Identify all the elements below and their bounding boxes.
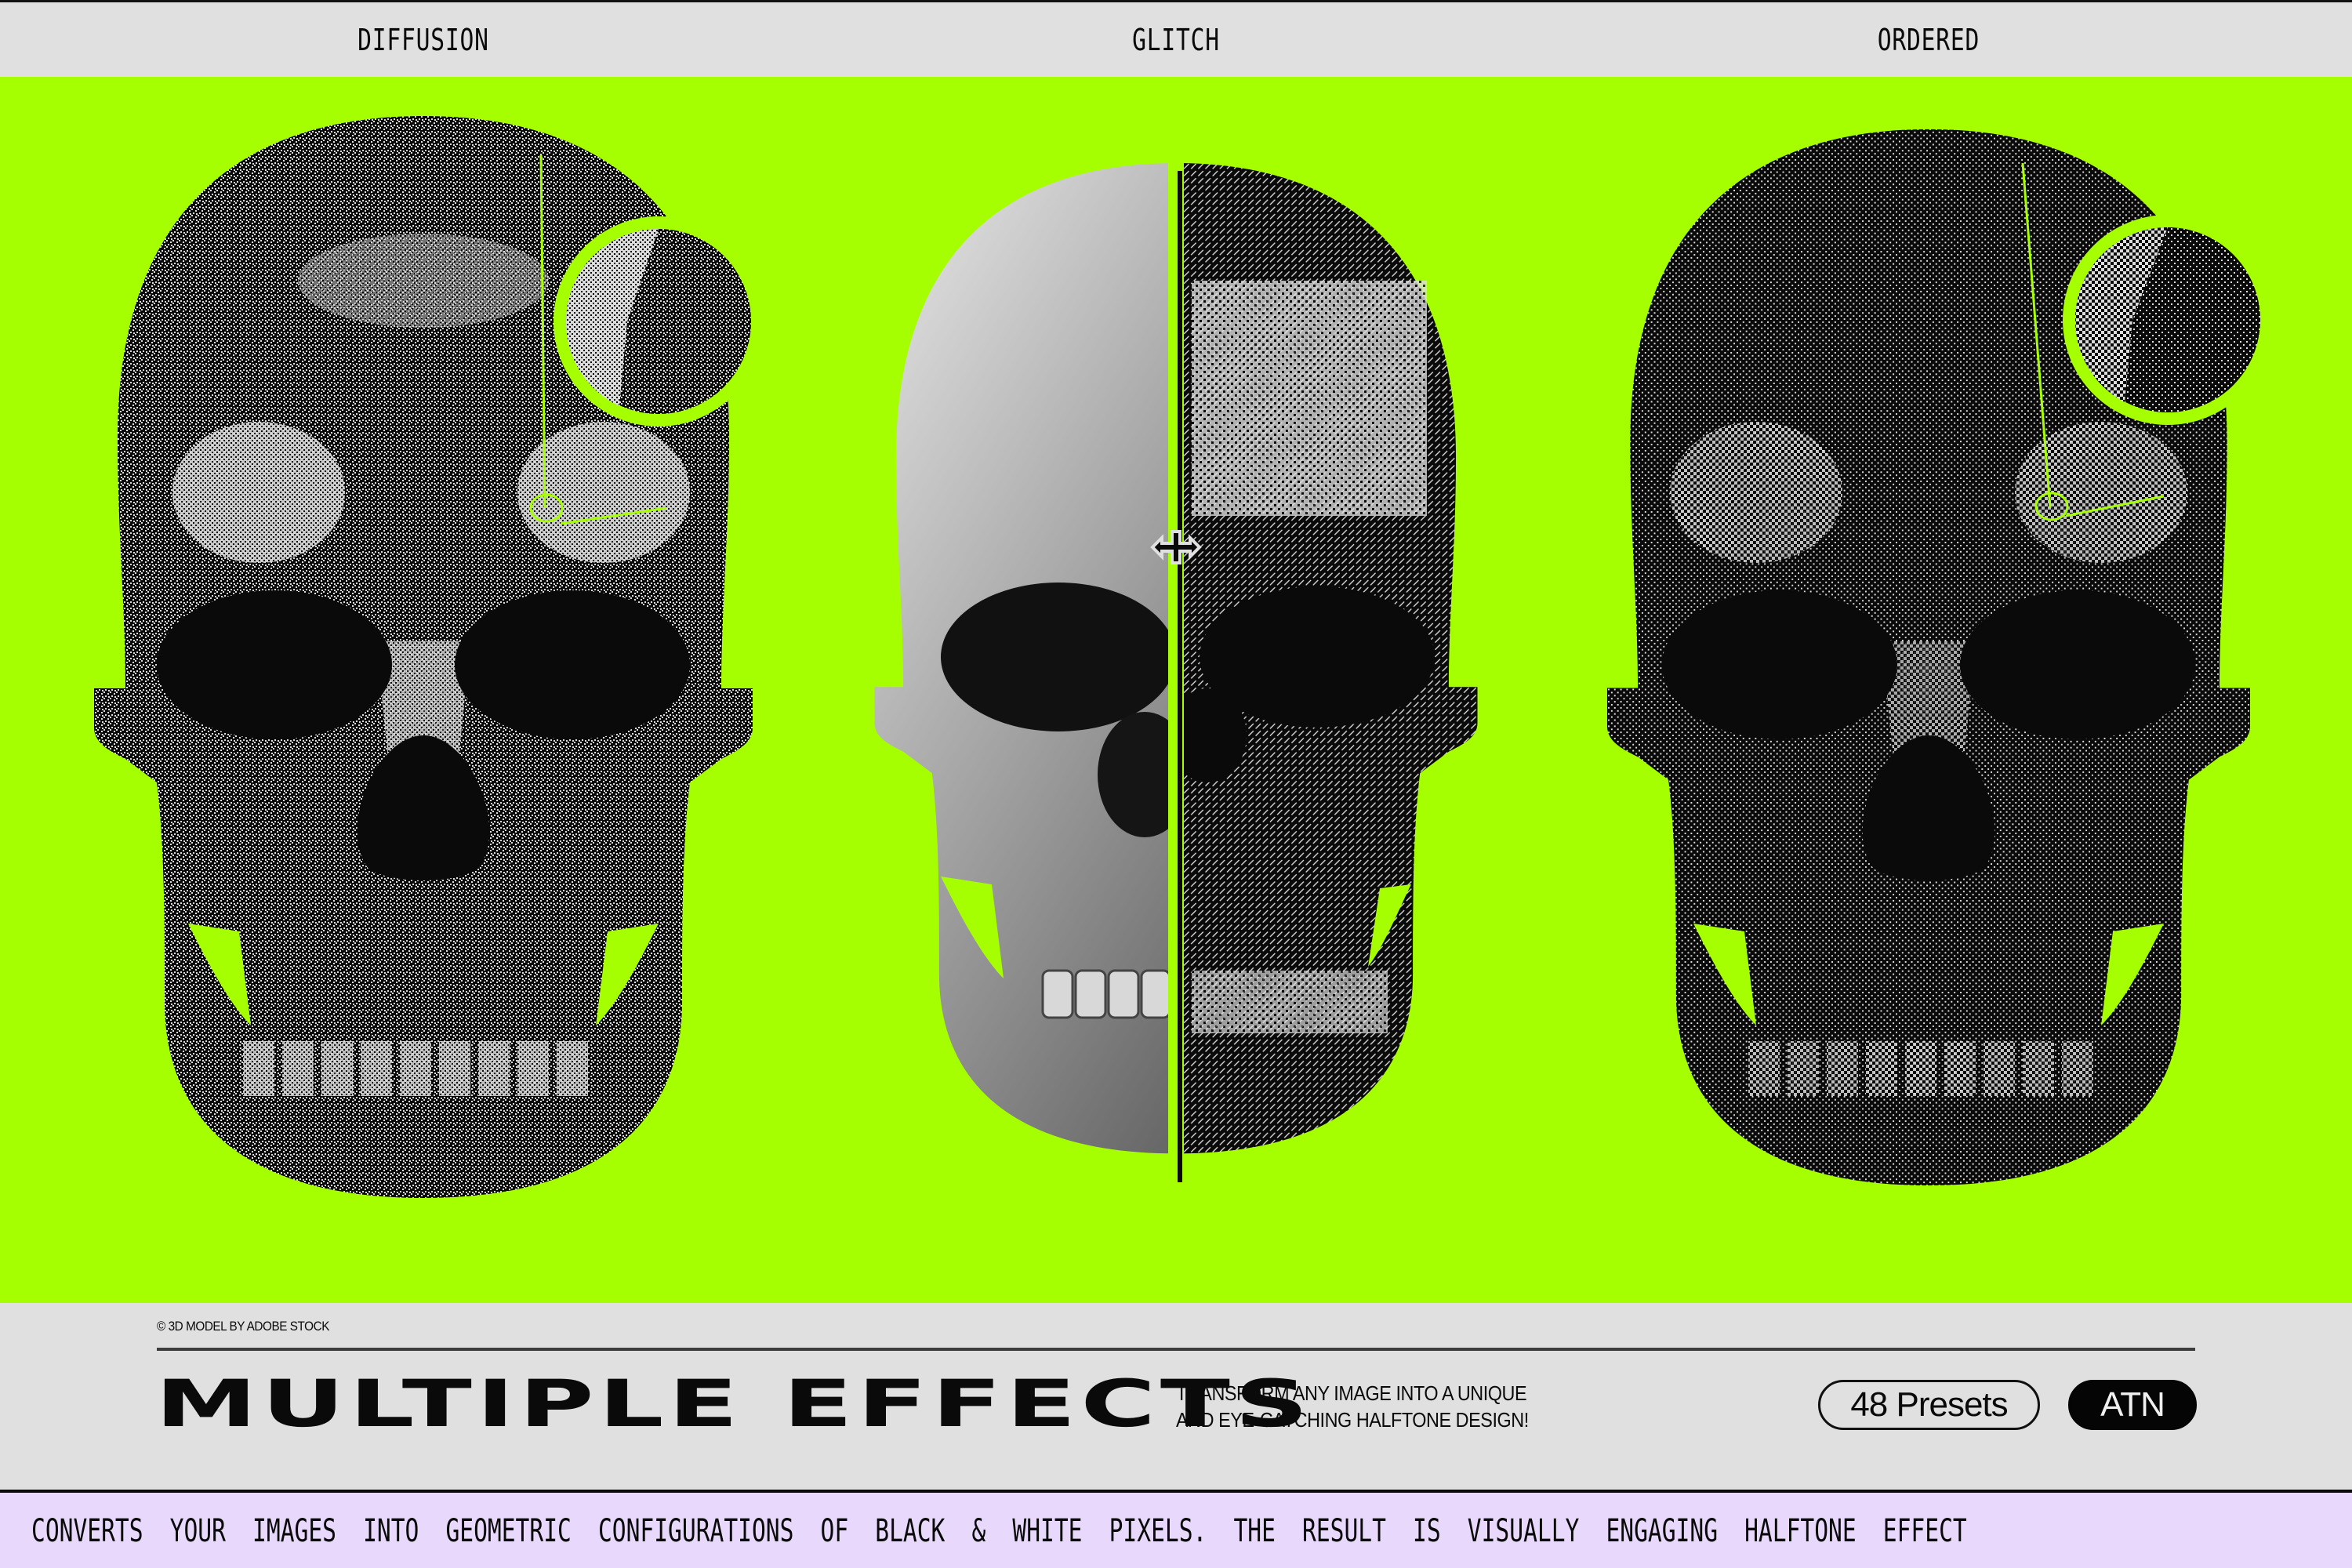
description-line-1: TRANSFORM ANY IMAGE INTO A UNIQUE: [1176, 1381, 1527, 1405]
ordered-magnifier: [2063, 215, 2273, 425]
effect-labels-bar: DIFFUSION GLITCH ORDERED: [0, 0, 2352, 77]
credit-text: © 3D MODEL BY ADOBE STOCK: [157, 1319, 329, 1334]
eye-socket-left: [157, 590, 392, 739]
description-line-2: AND EYE-CATCHING HALFTONE DESIGN!: [1176, 1408, 1529, 1432]
label-glitch: GLITCH: [1132, 23, 1220, 57]
presets-badge: 48 Presets: [1818, 1380, 2040, 1430]
ticker-text: CONVERTS YOUR IMAGES INTO GEOMETRIC CONF…: [31, 1513, 1967, 1549]
info-band: © 3D MODEL BY ADOBE STOCK MULTIPLE EFFEC…: [0, 1303, 2352, 1490]
page-title: MULTIPLE EFFECTS: [155, 1366, 1313, 1443]
glitch-skull: [874, 163, 1478, 1182]
diffusion-magnifier: [554, 216, 764, 426]
divider-rule: [157, 1348, 2195, 1351]
eye-socket-right: [455, 590, 690, 739]
eye-socket-left: [1662, 590, 1897, 739]
eye-socket-right: [1960, 590, 2195, 739]
label-ordered: ORDERED: [1877, 23, 1980, 57]
ticker-bar: CONVERTS YOUR IMAGES INTO GEOMETRIC CONF…: [0, 1490, 2352, 1568]
description: TRANSFORM ANY IMAGE INTO A UNIQUE AND EY…: [1176, 1380, 1529, 1433]
split-divider[interactable]: [1170, 171, 1178, 1182]
label-diffusion: DIFFUSION: [358, 23, 489, 57]
preview-stage: [0, 77, 2352, 1303]
preview-canvas: [0, 77, 2352, 1303]
format-badge: ATN: [2068, 1380, 2197, 1430]
